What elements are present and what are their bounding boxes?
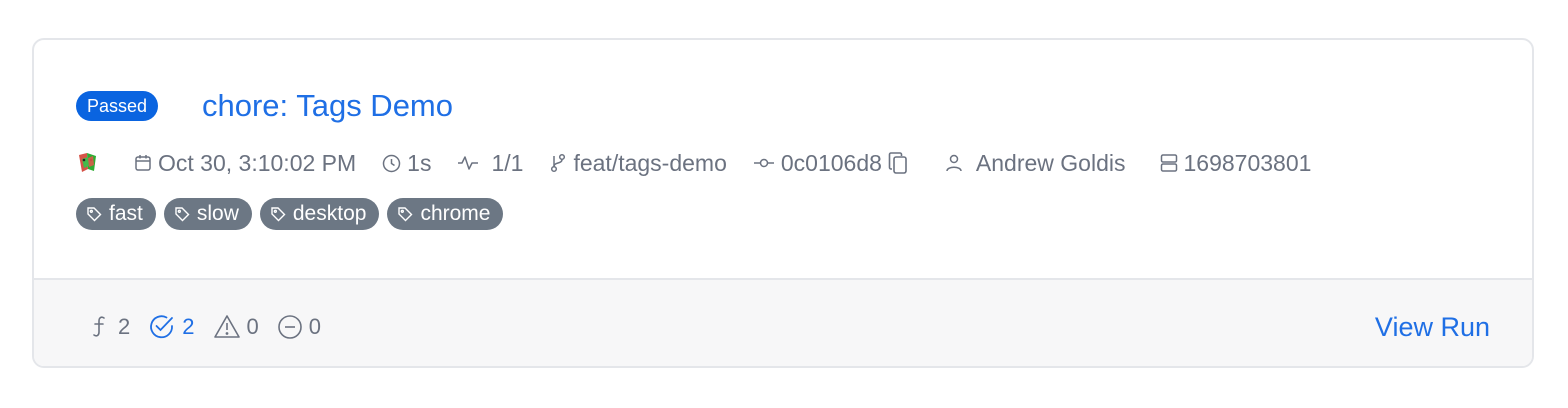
stat-passed: 2 [148, 313, 195, 341]
branch-icon [551, 153, 566, 173]
run-card-body: Passed chore: Tags Demo Oct 30, 3:10:02 … [34, 40, 1532, 278]
status-badge: Passed [76, 91, 159, 121]
run-date: Oct 30, 3:10:02 PM [134, 150, 356, 177]
user-icon [946, 154, 962, 172]
tag-list: fast slow desktop chrome [76, 198, 511, 230]
tag-fast: fast [76, 198, 156, 230]
tag-icon [175, 207, 190, 222]
flaky-icon [93, 316, 105, 337]
run-card: Passed chore: Tags Demo Oct 30, 3:10:02 … [32, 38, 1534, 368]
run-duration: 1s [382, 150, 431, 177]
tag-chrome: chrome [387, 198, 504, 230]
run-commit-text: 0c0106d8 [780, 149, 882, 176]
commit-icon [753, 158, 774, 168]
tag-icon [271, 207, 286, 222]
run-date-text: Oct 30, 3:10:02 PM [158, 149, 357, 176]
run-author: Andrew Goldis [944, 150, 1126, 177]
clock-icon [382, 154, 401, 172]
run-title-link[interactable]: chore: Tags Demo [202, 86, 453, 126]
server-icon [1160, 154, 1177, 172]
view-run-link[interactable]: View Run [1375, 310, 1490, 344]
run-attempts-text: 1/1 [491, 149, 524, 176]
run-branch: feat/tags-demo [549, 149, 727, 177]
playwright-logo-icon [79, 153, 96, 172]
test-stats: 2 2 0 0 [92, 310, 339, 344]
run-meta: Oct 30, 3:10:02 PM 1s 1/1 feat/tags-demo… [76, 146, 1337, 180]
run-branch-text: feat/tags-demo [573, 149, 727, 176]
run-attempts: 1/1 [457, 150, 523, 177]
stat-flaky-count: 2 [118, 314, 131, 339]
stat-skipped-count: 0 [308, 314, 321, 339]
run-build-id-text: 1698703801 [1183, 149, 1312, 176]
copy-icon[interactable] [888, 151, 908, 175]
stat-flaky: 2 [92, 314, 130, 340]
minus-circle-icon [277, 315, 302, 339]
stat-failed-count: 0 [246, 314, 259, 339]
activity-icon [458, 156, 479, 170]
check-circle-icon [150, 315, 174, 339]
run-duration-text: 1s [407, 149, 432, 176]
stat-skipped: 0 [277, 314, 321, 340]
tag-label: slow [196, 202, 239, 225]
run-build-id: 1698703801 [1160, 149, 1312, 177]
run-author-text: Andrew Goldis [975, 149, 1126, 176]
tag-icon [398, 207, 413, 222]
run-card-footer: 2 2 0 0 View Run [34, 278, 1532, 366]
tag-label: desktop [292, 202, 367, 225]
run-commit: 0c0106d8 [753, 150, 908, 177]
tag-label: chrome [420, 202, 491, 225]
stat-passed-count: 2 [182, 314, 195, 339]
stat-failed: 0 [213, 314, 259, 340]
tag-desktop: desktop [259, 198, 380, 230]
warning-icon [213, 315, 240, 338]
calendar-icon [135, 155, 151, 171]
tag-icon [87, 207, 102, 222]
tag-slow: slow [163, 198, 252, 230]
tag-label: fast [109, 202, 143, 225]
